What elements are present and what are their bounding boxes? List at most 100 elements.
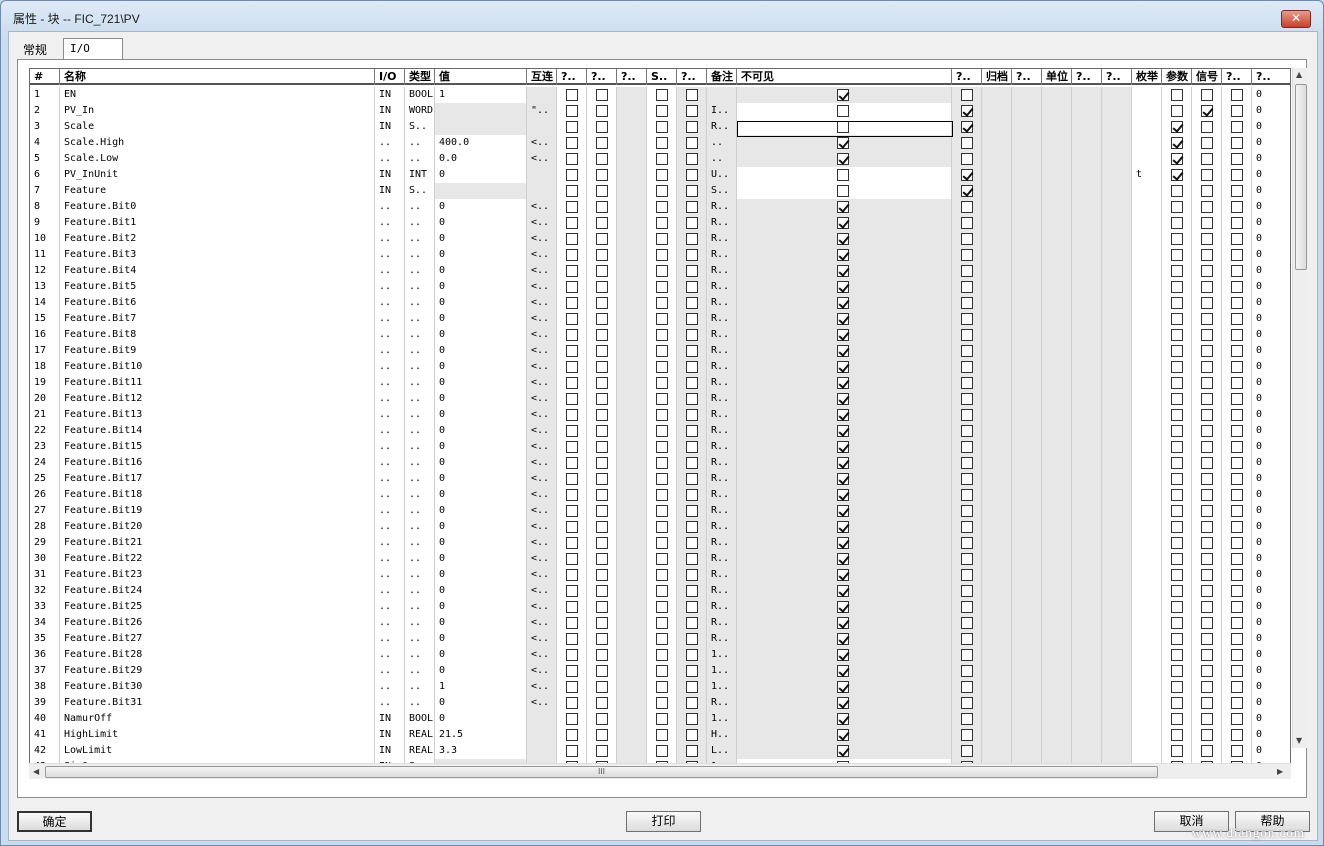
checkbox[interactable] [566, 585, 578, 597]
checkbox[interactable] [686, 297, 698, 309]
param-checkbox[interactable] [1171, 105, 1183, 117]
checkbox[interactable] [1231, 505, 1243, 517]
signal-checkbox[interactable] [1201, 393, 1213, 405]
checkbox[interactable] [1231, 89, 1243, 101]
checkbox[interactable] [596, 313, 608, 325]
checkbox[interactable] [1231, 617, 1243, 629]
checkbox[interactable] [566, 457, 578, 469]
signal-checkbox[interactable] [1201, 281, 1213, 293]
signal-checkbox[interactable] [1201, 569, 1213, 581]
checkbox[interactable] [686, 329, 698, 341]
scroll-up-icon[interactable]: ▲ [1296, 70, 1302, 79]
checkbox[interactable] [596, 473, 608, 485]
signal-checkbox[interactable] [1201, 169, 1213, 181]
checkbox[interactable] [656, 537, 668, 549]
invisible-checkbox[interactable] [837, 697, 849, 709]
checkbox[interactable] [566, 233, 578, 245]
value-cell[interactable]: 1 [435, 87, 527, 103]
param-checkbox[interactable] [1171, 745, 1183, 757]
checkbox[interactable] [596, 137, 608, 149]
value-cell[interactable]: 3.3 [435, 743, 527, 759]
column-header-3[interactable]: 类型 [405, 69, 435, 85]
checkbox[interactable] [1231, 729, 1243, 741]
signal-checkbox[interactable] [1201, 217, 1213, 229]
checkbox[interactable] [656, 713, 668, 725]
checkbox[interactable] [656, 217, 668, 229]
invisible-checkbox[interactable] [837, 265, 849, 277]
checkbox[interactable] [961, 393, 973, 405]
checkbox[interactable] [1231, 537, 1243, 549]
invisible-checkbox[interactable] [837, 745, 849, 757]
table-row[interactable]: 21 Feature.Bit13.... 0 <.. R.. 0 [30, 407, 1290, 423]
value-cell[interactable]: 0 [435, 375, 527, 391]
checkbox[interactable] [566, 265, 578, 277]
column-header-14[interactable]: 归档 [982, 69, 1012, 85]
table-row[interactable]: 4 Scale.High.... 400.0 <.... 0 [30, 135, 1290, 151]
value-cell[interactable]: 0 [435, 631, 527, 647]
checkbox[interactable] [566, 489, 578, 501]
checkbox[interactable] [596, 713, 608, 725]
column-header-10[interactable]: ?.. [677, 69, 707, 85]
checkbox[interactable] [1231, 105, 1243, 117]
signal-checkbox[interactable] [1201, 585, 1213, 597]
checkbox[interactable] [961, 745, 973, 757]
value-cell[interactable]: 0 [435, 423, 527, 439]
table-row[interactable]: 37 Feature.Bit29.... 0 <.. 1.. 0 [30, 663, 1290, 679]
checkbox[interactable] [961, 281, 973, 293]
invisible-checkbox[interactable] [837, 489, 849, 501]
checkbox[interactable] [686, 313, 698, 325]
checkbox[interactable] [566, 697, 578, 709]
checkbox[interactable] [656, 153, 668, 165]
checkbox[interactable] [566, 313, 578, 325]
table-row[interactable]: 10 Feature.Bit2.... 0 <.. R.. 0 [30, 231, 1290, 247]
checkbox[interactable] [686, 697, 698, 709]
checkbox[interactable] [686, 249, 698, 261]
close-button[interactable]: ✕ [1281, 10, 1311, 28]
checkbox[interactable] [596, 297, 608, 309]
value-cell[interactable]: 0.0 [435, 151, 527, 167]
checkbox[interactable] [686, 601, 698, 613]
checkbox[interactable] [596, 201, 608, 213]
column-header-15[interactable]: ?.. [1012, 69, 1042, 85]
checkbox[interactable] [596, 745, 608, 757]
value-cell[interactable]: 0 [435, 503, 527, 519]
checkbox[interactable] [566, 441, 578, 453]
invisible-checkbox[interactable] [837, 105, 849, 117]
table-row[interactable]: 32 Feature.Bit24.... 0 <.. R.. 0 [30, 583, 1290, 599]
checkbox[interactable] [1231, 393, 1243, 405]
table-row[interactable]: 16 Feature.Bit8.... 0 <.. R.. 0 [30, 327, 1290, 343]
checkbox[interactable] [656, 649, 668, 661]
invisible-checkbox[interactable] [837, 505, 849, 517]
signal-checkbox[interactable] [1201, 617, 1213, 629]
checkbox[interactable] [961, 329, 973, 341]
checkbox[interactable] [656, 377, 668, 389]
param-checkbox[interactable] [1171, 649, 1183, 661]
checkbox[interactable] [596, 409, 608, 421]
invisible-checkbox[interactable] [837, 457, 849, 469]
signal-checkbox[interactable] [1201, 201, 1213, 213]
value-cell[interactable]: 0 [435, 695, 527, 711]
checkbox[interactable] [566, 569, 578, 581]
checkbox[interactable] [656, 201, 668, 213]
checkbox[interactable] [961, 601, 973, 613]
column-header-16[interactable]: 单位 [1042, 69, 1072, 85]
checkbox[interactable] [686, 745, 698, 757]
param-checkbox[interactable] [1171, 137, 1183, 149]
checkbox[interactable] [596, 521, 608, 533]
checkbox[interactable] [961, 665, 973, 677]
checkbox[interactable] [1231, 217, 1243, 229]
checkbox[interactable] [1231, 601, 1243, 613]
checkbox[interactable] [656, 473, 668, 485]
checkbox[interactable] [961, 89, 973, 101]
column-header-12[interactable]: 不可见 [737, 69, 952, 85]
checkbox[interactable] [686, 89, 698, 101]
checkbox[interactable] [566, 329, 578, 341]
checkbox[interactable] [596, 361, 608, 373]
invisible-checkbox[interactable] [837, 649, 849, 661]
checkbox[interactable] [961, 505, 973, 517]
table-row[interactable]: 41 HighLimit IN REAL 21.5 H.. 0 [30, 727, 1290, 743]
invisible-checkbox[interactable] [837, 153, 849, 165]
checkbox[interactable] [656, 633, 668, 645]
checkbox[interactable] [596, 441, 608, 453]
param-checkbox[interactable] [1171, 281, 1183, 293]
